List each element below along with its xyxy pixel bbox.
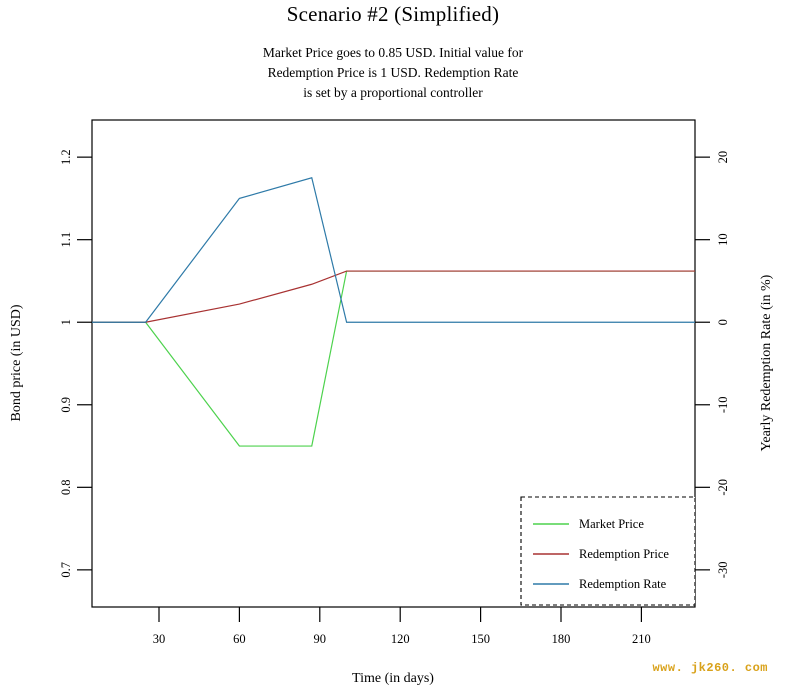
series-line-market-price bbox=[92, 270, 695, 447]
y-axis-right-tick-label: -30 bbox=[716, 562, 730, 579]
x-axis-tick-label: 120 bbox=[391, 632, 410, 646]
data-series-group bbox=[92, 177, 695, 447]
watermark: www. jk260. com bbox=[652, 661, 768, 675]
x-axis-tick-label: 180 bbox=[552, 632, 571, 646]
plot-area: 30 60 90 120 150 180 210 0.70.80.911.11.2 -30-… bbox=[9, 119, 774, 686]
y-axis-tick-label: 0.8 bbox=[59, 480, 73, 496]
chart-legend: Market Price Redemption Price Redemption R… bbox=[520, 496, 696, 606]
x-axis-tick-label: 150 bbox=[471, 632, 490, 646]
y-axis-tick-label: 1.2 bbox=[59, 149, 73, 165]
y-axis-tick-label: 0.7 bbox=[59, 562, 73, 578]
y-axis-tick-label: 0.9 bbox=[59, 397, 73, 413]
y-axis-right-tick-label: -20 bbox=[716, 479, 730, 496]
y-axis-right-title: Yearly Redemption Rate (in %) bbox=[759, 274, 774, 451]
x-axis-tick-label: 60 bbox=[233, 632, 246, 646]
y-axis-right-tick-label: 20 bbox=[716, 151, 730, 164]
x-axis-tick-label: 30 bbox=[153, 632, 166, 646]
legend-label-redemption-rate: Redemption Rate bbox=[579, 577, 667, 591]
legend-label-redemption-price: Redemption Price bbox=[579, 547, 669, 561]
y-axis-tick-label: 1 bbox=[59, 319, 73, 325]
legend-label-market-price: Market Price bbox=[579, 517, 644, 531]
y-axis-right-tick-label: -10 bbox=[716, 396, 730, 413]
chart-container: Scenario #2 (Simplified) Market Price go… bbox=[0, 0, 786, 693]
y-axis-left-title: Bond price (in USD) bbox=[9, 304, 24, 421]
y-axis-left: 0.7 0.8 0.9 1 1.1 1.2 bbox=[59, 149, 92, 578]
x-axis-title: Time (in days) bbox=[352, 671, 434, 686]
y-axis-right-tick-label: 0 bbox=[716, 319, 730, 325]
y-axis-tick-label: 1.1 bbox=[59, 232, 73, 248]
series-line-redemption-price bbox=[92, 270, 695, 323]
axis-titles: Time (in days) Bond price (in USD) Yearl… bbox=[9, 274, 774, 686]
x-axis-tick-label: 90 bbox=[314, 632, 327, 646]
y-axis-right-tick-label: 10 bbox=[716, 233, 730, 246]
y-axis-right: -30 -20 -10 0 10 20 bbox=[695, 151, 730, 578]
x-axis-tick-label: 210 bbox=[632, 632, 651, 646]
series-line-redemption-rate bbox=[92, 177, 695, 323]
x-axis: 30 60 90 120 150 180 210 bbox=[153, 607, 651, 646]
